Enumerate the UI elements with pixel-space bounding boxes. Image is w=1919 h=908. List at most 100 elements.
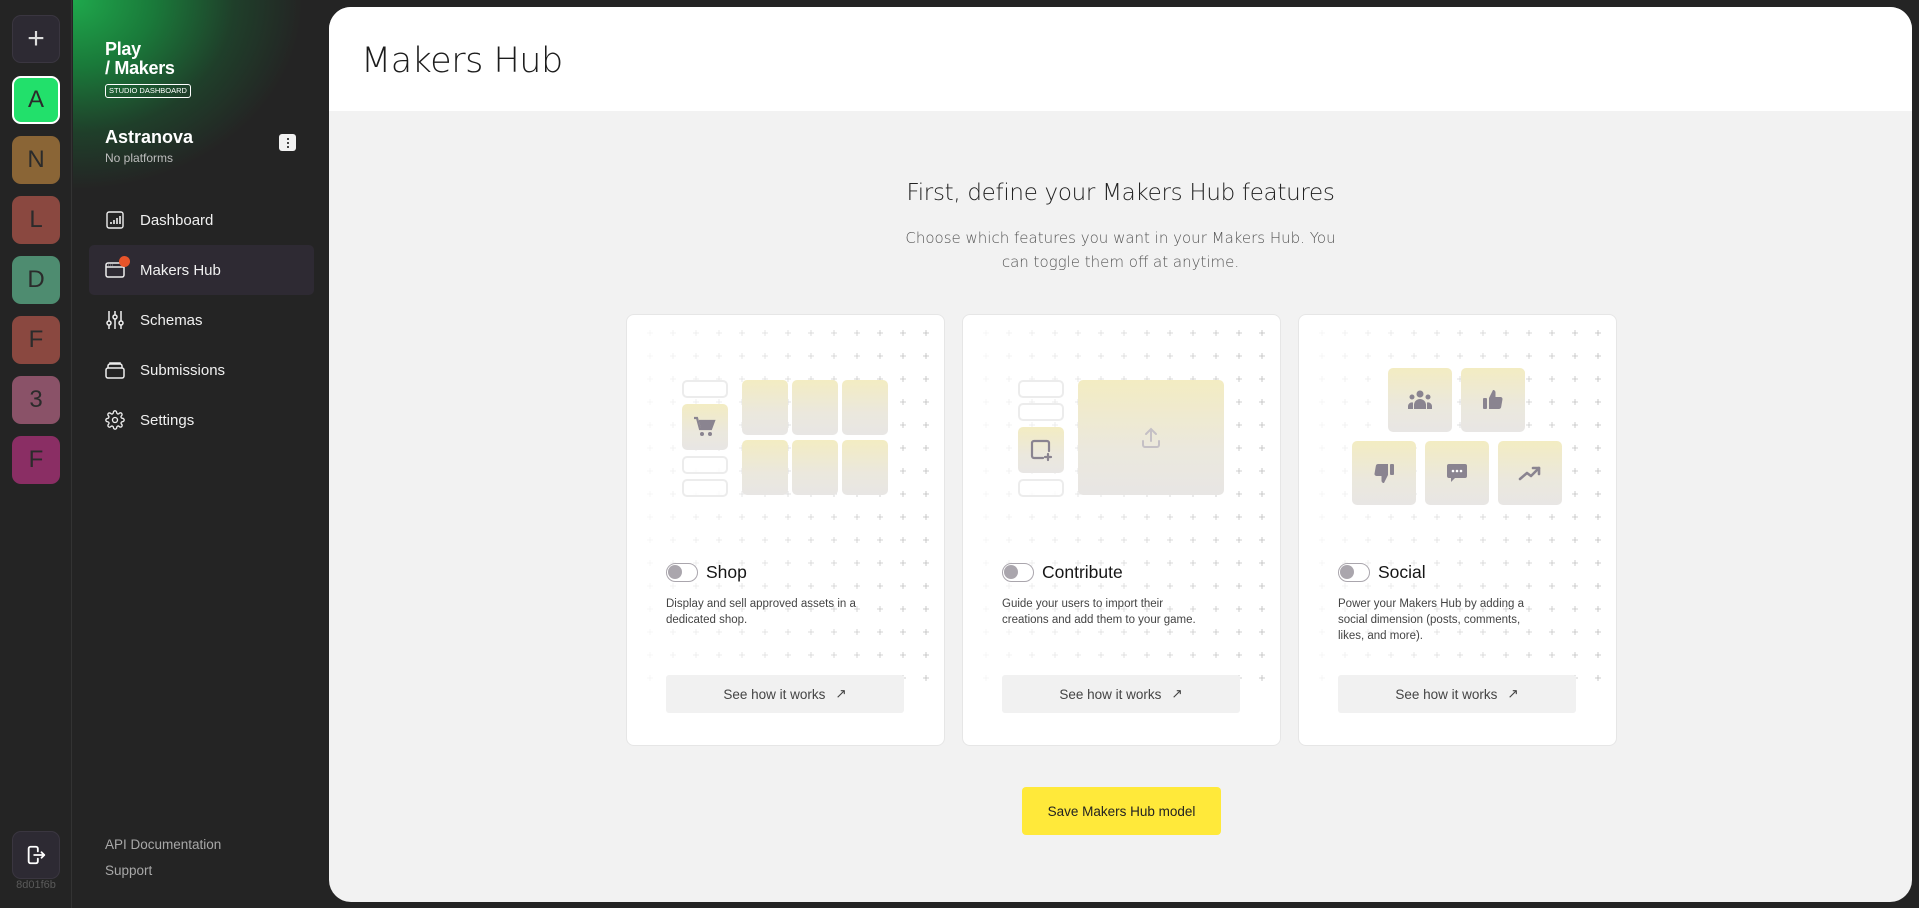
see-how-it-works-button[interactable]: See how it works ↗: [1002, 675, 1240, 713]
card-description: Power your Makers Hub by adding a social…: [1338, 598, 1525, 642]
product-tile: [792, 440, 838, 495]
placeholder-slot: [682, 479, 728, 497]
page-header: [329, 7, 1912, 111]
studio-avatar-3[interactable]: 3: [12, 376, 60, 424]
trending-up-icon: [1518, 466, 1541, 481]
studio-avatar-f[interactable]: F: [12, 436, 60, 484]
shopping-cart-icon: [694, 416, 716, 436]
card-title-row: Shop: [666, 562, 747, 583]
studio-avatar-letter: D: [27, 266, 45, 293]
studio-avatar-letter: 3: [29, 386, 43, 413]
cart-tile: [682, 404, 728, 450]
card-title-row: Contribute: [1002, 562, 1123, 583]
bar-chart-icon: [105, 210, 125, 230]
product-tile: [842, 440, 888, 495]
api-documentation-link[interactable]: API Documentation: [105, 837, 221, 852]
dislike-tile: [1352, 441, 1416, 505]
card-description: Guide your users to import their creatio…: [1002, 598, 1196, 626]
stack-icon: [105, 360, 125, 380]
upload-tile: [1078, 380, 1224, 495]
sidebar-item-schemas[interactable]: Schemas: [89, 295, 314, 345]
comment-icon: [1447, 464, 1467, 482]
community-tile: [1388, 368, 1452, 432]
sidebar-item-label: Schemas: [140, 311, 203, 329]
placeholder-slot: [682, 456, 728, 474]
button-label: See how it works: [1059, 686, 1162, 702]
thumbs-up-icon: [1483, 390, 1503, 410]
social-toggle[interactable]: [1338, 563, 1370, 582]
page-title: Makers Hub: [361, 41, 563, 81]
placeholder-slot: [682, 380, 728, 398]
main-panel: Makers Hub First, define your Makers Hub…: [329, 7, 1912, 902]
upload-icon: [1142, 427, 1160, 448]
card-description: Display and sell approved assets in a de…: [666, 598, 856, 626]
studio-avatar-n[interactable]: N: [12, 136, 60, 184]
feature-card-social: Social Power your Makers Hub by adding a…: [1298, 314, 1617, 746]
add-studio-button[interactable]: +: [12, 15, 60, 63]
studio-avatar-d[interactable]: D: [12, 256, 60, 304]
sidebar-item-label: Submissions: [140, 361, 226, 379]
more-vertical-icon: [286, 137, 289, 140]
sidebar-item-dashboard[interactable]: Dashboard: [89, 195, 314, 245]
placeholder-slot: [1018, 380, 1064, 398]
people-group-icon: [1408, 390, 1432, 409]
studio-platforms: No platforms: [105, 151, 174, 165]
button-label: See how it works: [723, 686, 826, 702]
sidebar: Play / Makers STUDIO DASHBOARD Astranova…: [73, 0, 329, 908]
sidebar-item-makers-hub[interactable]: Makers Hub: [89, 245, 314, 295]
logo-line2: / Makers: [105, 58, 175, 78]
sliders-icon: [105, 310, 125, 330]
feature-cards: Shop Display and sell approved assets in…: [626, 314, 1617, 746]
product-tile: [742, 440, 788, 495]
studio-menu-button[interactable]: [279, 134, 296, 151]
studio-avatar-a[interactable]: A: [12, 76, 60, 124]
placeholder-slot: [1018, 403, 1064, 421]
sidebar-nav: Dashboard Makers Hub Schemas Submissions: [89, 195, 314, 445]
card-title: Contribute: [1042, 562, 1123, 582]
browser-window-icon: [105, 256, 130, 280]
product-tile: [842, 380, 888, 435]
placeholder-slot: [1018, 479, 1064, 497]
logo-line1: Play: [105, 39, 141, 59]
shop-toggle[interactable]: [666, 563, 698, 582]
card-title: Shop: [706, 562, 747, 582]
studio-avatar-letter: N: [27, 146, 45, 173]
logout-button[interactable]: [12, 831, 60, 879]
thumbs-down-icon: [1374, 463, 1394, 483]
feature-card-shop: Shop Display and sell approved assets in…: [626, 314, 945, 746]
add-tile: [1018, 427, 1064, 473]
section-subheading: Choose which features you want in your M…: [905, 229, 1336, 271]
like-tile: [1461, 368, 1525, 432]
save-makers-hub-model-button[interactable]: Save Makers Hub model: [1022, 787, 1221, 835]
sidebar-item-label: Makers Hub: [140, 261, 221, 279]
trending-tile: [1498, 441, 1562, 505]
studio-rail: + A N L D F 3 F 8d01f6b: [0, 0, 72, 908]
studio-avatar-letter: F: [28, 446, 44, 473]
studio-avatar-f[interactable]: F: [12, 316, 60, 364]
studio-name: Astranova: [105, 127, 194, 147]
logo-badge: STUDIO DASHBOARD: [105, 84, 191, 98]
product-tile: [742, 380, 788, 435]
support-link[interactable]: Support: [105, 863, 152, 878]
external-arrow-icon: ↗: [835, 686, 847, 701]
external-arrow-icon: ↗: [1507, 686, 1519, 701]
contribute-toggle[interactable]: [1002, 563, 1034, 582]
feature-card-contribute: Contribute Guide your users to import th…: [962, 314, 1281, 746]
see-how-it-works-button[interactable]: See how it works ↗: [1338, 675, 1576, 713]
button-label: See how it works: [1395, 686, 1498, 702]
studio-avatar-l[interactable]: L: [12, 196, 60, 244]
alert-badge: [119, 256, 130, 267]
sidebar-item-label: Dashboard: [140, 211, 214, 229]
sidebar-item-settings[interactable]: Settings: [89, 395, 314, 445]
sidebar-item-submissions[interactable]: Submissions: [89, 345, 314, 395]
studio-avatar-letter: A: [27, 86, 44, 113]
external-arrow-icon: ↗: [1171, 686, 1183, 701]
studio-avatar-letter: F: [28, 326, 44, 353]
studio-avatar-letter: L: [29, 206, 43, 233]
product-tile: [792, 380, 838, 435]
plus-icon: +: [27, 22, 45, 55]
comment-tile: [1425, 441, 1489, 505]
logo: Play / Makers STUDIO DASHBOARD: [105, 40, 191, 98]
see-how-it-works-button[interactable]: See how it works ↗: [666, 675, 904, 713]
logout-icon: [27, 845, 46, 865]
